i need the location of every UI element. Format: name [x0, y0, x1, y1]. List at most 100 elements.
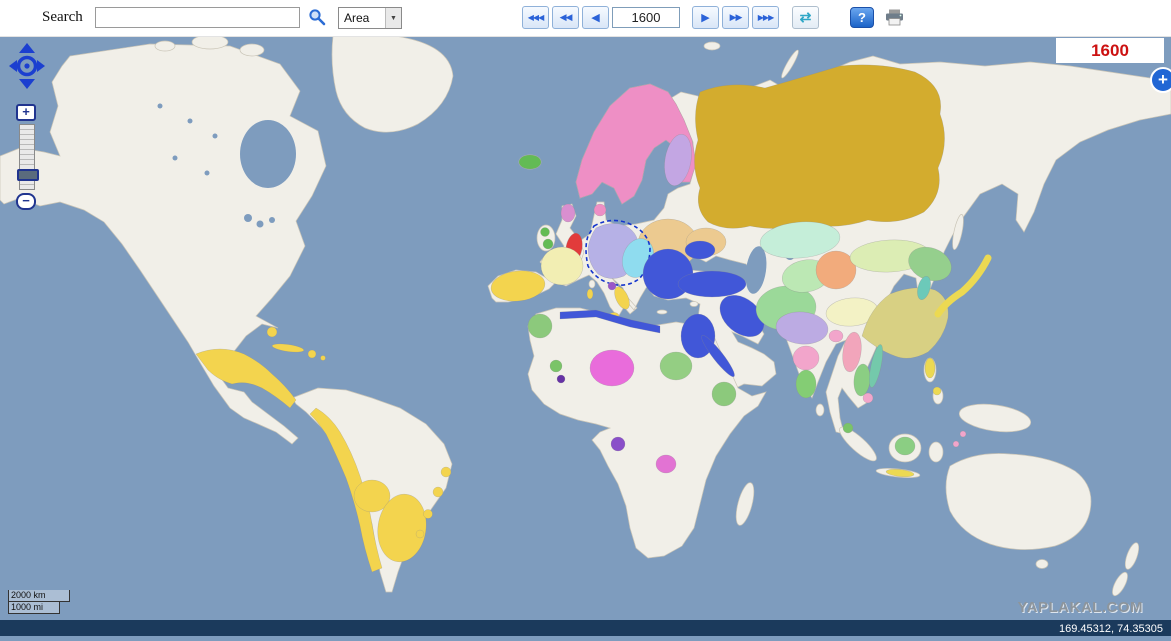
region-ireland-south[interactable]: [542, 238, 554, 250]
great-lake: [269, 217, 275, 223]
print-button[interactable]: [881, 7, 907, 28]
region-ethiopia[interactable]: [711, 381, 737, 407]
landmass-sulawesi: [928, 441, 944, 463]
help-button[interactable]: ?: [850, 7, 874, 28]
jump-fwd-button[interactable]: ▶▶▶: [752, 6, 779, 29]
zoom-slider-track[interactable]: [17, 124, 39, 190]
region-portuguese-brazil[interactable]: [423, 509, 433, 519]
region-denmark[interactable]: [593, 203, 607, 217]
landmass-tasmania: [1035, 559, 1049, 569]
map-canvas[interactable]: [0, 34, 1171, 636]
left-arrow-icon: ◀: [591, 12, 600, 24]
printer-icon: [885, 9, 903, 26]
landmass-svalbard: [703, 41, 721, 51]
jump-back-button[interactable]: ◀◀◀: [522, 6, 549, 29]
region-aceh[interactable]: [842, 422, 854, 434]
zoom-out-button[interactable]: −: [16, 193, 36, 210]
scale-mi: 1000 mi: [8, 602, 60, 614]
hudson-bay: [240, 120, 296, 188]
world-map[interactable]: [0, 34, 1171, 636]
great-lake: [256, 220, 264, 228]
zoom-slider-handle[interactable]: [17, 169, 39, 181]
region-muscovy[interactable]: [694, 64, 945, 229]
region-spanish-philippines-south[interactable]: [932, 386, 942, 396]
pan-right-arrow-icon[interactable]: [37, 60, 45, 72]
scale-km: 2000 km: [8, 590, 70, 602]
expand-map-button[interactable]: +: [1150, 67, 1171, 93]
region-songhai[interactable]: [589, 349, 635, 387]
triple-left-arrow-icon: ◀◀◀: [527, 13, 545, 22]
fwd-1-button[interactable]: ▶: [692, 6, 719, 29]
double-right-arrow-icon: ▶▶: [729, 12, 743, 22]
landmass-sri-lanka: [815, 403, 825, 417]
region-scotland[interactable]: [560, 203, 576, 223]
region-moluccas[interactable]: [952, 440, 960, 448]
watermark: YAPLAKAL.COM: [1017, 599, 1143, 616]
region-deccan-sultanates[interactable]: [792, 345, 820, 371]
cursor-coordinates: 169.45312, 74.35305: [1059, 623, 1163, 635]
pan-up-arrow-icon[interactable]: [19, 43, 35, 53]
back-1-button[interactable]: ◀: [582, 6, 609, 29]
region-spanish-caribbean[interactable]: [320, 355, 326, 361]
region-bornu[interactable]: [659, 351, 693, 381]
double-left-arrow-icon: ◀◀: [559, 12, 573, 22]
region-portuguese-brazil[interactable]: [415, 529, 425, 539]
region-spanish-hispaniola[interactable]: [307, 349, 317, 359]
region-vijayanagara[interactable]: [795, 369, 817, 399]
region-spanish-sardinia[interactable]: [586, 288, 594, 300]
lake: [172, 155, 178, 161]
lake: [212, 133, 218, 139]
year-display-badge: 1600: [1056, 38, 1164, 63]
refresh-button[interactable]: ⇄: [792, 6, 819, 29]
region-moluccas[interactable]: [959, 430, 967, 438]
triple-right-arrow-icon: ▶▶▶: [757, 13, 775, 22]
landmass-cyprus: [689, 301, 699, 307]
refresh-icon: ⇄: [799, 9, 812, 25]
region-france[interactable]: [540, 246, 584, 286]
toolbar: Search Area ▼ ◀◀◀ ◀◀ ◀ ▶ ▶▶ ▶▶▶ ⇄ ?: [0, 0, 1171, 37]
region-senegal-states[interactable]: [549, 359, 563, 373]
lake: [204, 170, 210, 176]
region-brunei[interactable]: [894, 436, 916, 456]
region-portuguese-brazil[interactable]: [440, 466, 452, 478]
help-icon: ?: [858, 10, 866, 25]
area-select[interactable]: Area ▼: [338, 7, 402, 29]
landmass-corsica: [588, 279, 596, 289]
landmass-crete: [656, 309, 668, 315]
back-10-button[interactable]: ◀◀: [552, 6, 579, 29]
fwd-10-button[interactable]: ▶▶: [722, 6, 749, 29]
region-portuguese-brazil[interactable]: [432, 486, 444, 498]
right-arrow-icon: ▶: [701, 12, 710, 24]
scale-bar: 2000 km 1000 mi: [8, 590, 70, 614]
pan-control[interactable]: [7, 42, 47, 98]
pan-down-arrow-icon[interactable]: [19, 79, 35, 89]
search-input[interactable]: [95, 7, 300, 28]
region-iceland[interactable]: [518, 154, 542, 170]
region-spanish-philippines[interactable]: [924, 357, 936, 379]
status-bar: 169.45312, 74.35305: [0, 620, 1171, 636]
region-ireland-north[interactable]: [540, 227, 550, 237]
great-lake: [244, 214, 252, 222]
region-kongo[interactable]: [610, 436, 626, 452]
region-bengal[interactable]: [828, 329, 844, 343]
zoom-in-button[interactable]: +: [16, 104, 36, 121]
region-west-africa-state[interactable]: [556, 374, 566, 384]
region-mutapa[interactable]: [655, 454, 677, 474]
year-display: 1600: [1091, 40, 1129, 60]
year-input[interactable]: [612, 7, 680, 28]
area-select-value: Area: [344, 11, 370, 25]
region-cambodia[interactable]: [862, 392, 874, 404]
region-morocco[interactable]: [527, 313, 553, 339]
landmass-arctic-island: [154, 40, 176, 52]
lake: [187, 118, 193, 124]
pan-center-dot[interactable]: [24, 63, 30, 69]
landmass-arctic-island: [191, 34, 229, 50]
region-crimean-khanate[interactable]: [684, 240, 716, 260]
dropdown-arrow-icon: ▼: [385, 8, 401, 28]
region-papal-states[interactable]: [607, 281, 617, 291]
pan-left-arrow-icon[interactable]: [9, 60, 17, 72]
zoom-control: + −: [16, 104, 39, 210]
region-ottoman-anatolia[interactable]: [677, 270, 747, 298]
search-icon[interactable]: [308, 8, 326, 26]
region-spanish-florida[interactable]: [266, 326, 278, 338]
